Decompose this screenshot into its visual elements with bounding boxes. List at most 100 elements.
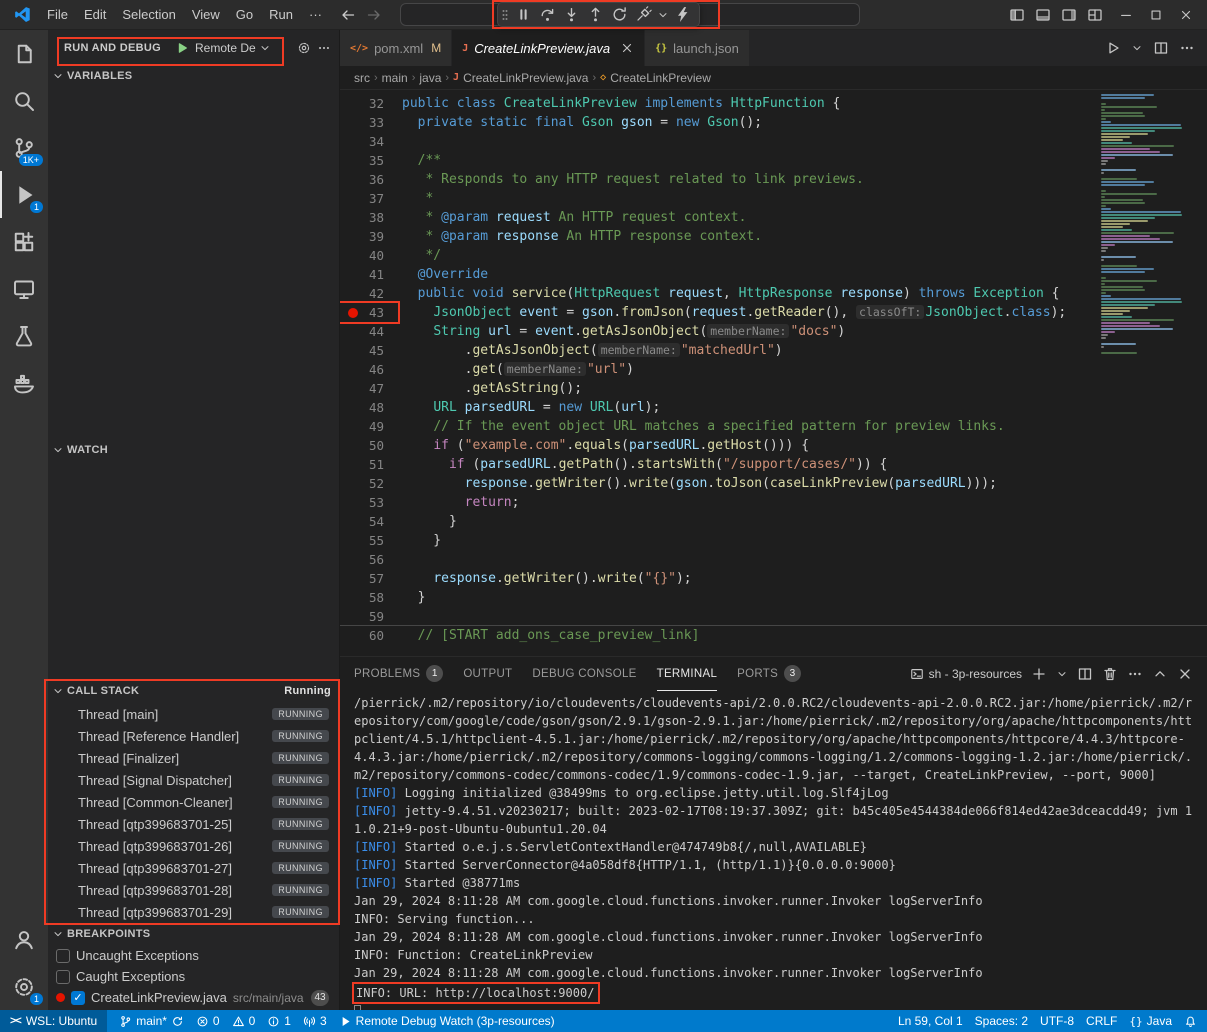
menu-run[interactable]: Run (261, 3, 301, 26)
minimize-icon[interactable] (1113, 4, 1139, 26)
breadcrumb-item[interactable]: src (354, 71, 370, 85)
lightning-button[interactable] (672, 4, 693, 25)
menu-selection[interactable]: Selection (114, 3, 183, 26)
code-line-47[interactable]: 47 .getAsString(); (340, 379, 1207, 398)
ellipsis-icon[interactable] (1179, 40, 1195, 56)
breadcrumb-item[interactable]: JCreateLinkPreview.java (453, 71, 588, 85)
restart-button[interactable] (609, 4, 630, 25)
breakpoint-item[interactable]: Caught Exceptions (48, 966, 339, 987)
code-line-50[interactable]: 50 if ("example.com".equals(parsedURL.ge… (340, 436, 1207, 455)
menu-view[interactable]: View (184, 3, 228, 26)
terminal-output[interactable]: /pierrick/.m2/repository/io/cloudevents/… (340, 691, 1207, 1010)
gutter-line-60[interactable]: 60 (340, 626, 402, 645)
gutter-line-34[interactable]: 34 (340, 132, 402, 151)
gutter-line-41[interactable]: 41 (340, 265, 402, 284)
chevron-up-icon[interactable] (1152, 666, 1168, 682)
breakpoint-checkbox[interactable]: ✓ (71, 991, 85, 1005)
code-line-40[interactable]: 40 */ (340, 246, 1207, 265)
chevron-down-icon[interactable] (1056, 668, 1068, 680)
status-git-branch-icon[interactable]: main* (119, 1014, 184, 1028)
code-line-49[interactable]: 49 // If the event object URL matches a … (340, 417, 1207, 436)
code-line-32[interactable]: 32public class CreateLinkPreview impleme… (340, 94, 1207, 113)
breadcrumb-item[interactable]: ◇CreateLinkPreview (600, 71, 711, 85)
code-line-35[interactable]: 35 /** (340, 151, 1207, 170)
breadcrumb-item[interactable]: java (419, 71, 441, 85)
breakpoint-item[interactable]: Uncaught Exceptions (48, 945, 339, 966)
ellipsis-icon[interactable] (317, 41, 331, 55)
code-line-60[interactable]: 60 // [START add_ons_case_preview_link] (340, 626, 1207, 645)
activity-source-control-icon[interactable]: 1K+ (0, 124, 48, 171)
arrow-left-icon[interactable] (340, 7, 356, 23)
call-stack-section-header[interactable]: CALL STACK Running (48, 679, 339, 703)
breakpoint-item[interactable]: ✓CreateLinkPreview.javasrc/main/java43 (48, 987, 339, 1008)
trash-icon[interactable] (1102, 666, 1118, 682)
status-debug-run-icon[interactable]: Remote Debug Watch (3p-resources) (339, 1014, 555, 1028)
call-stack-thread[interactable]: Thread [main]RUNNING (48, 703, 339, 725)
step-out-button[interactable] (585, 4, 606, 25)
panel-right-icon[interactable] (1061, 7, 1077, 23)
call-stack-thread[interactable]: Thread [Common-Cleaner]RUNNING (48, 791, 339, 813)
pause-button[interactable] (513, 4, 534, 25)
chevron-down-icon[interactable] (1131, 42, 1143, 54)
panel-tab-ports[interactable]: PORTS3 (737, 657, 801, 691)
tab-createlinkpreview-java[interactable]: JCreateLinkPreview.java (452, 30, 645, 66)
minimap[interactable] (1101, 94, 1193, 355)
code-line-45[interactable]: 45 .getAsJsonObject(memberName:"matchedU… (340, 341, 1207, 360)
call-stack-thread[interactable]: Thread [Reference Handler]RUNNING (48, 725, 339, 747)
breakpoint-checkbox[interactable] (56, 970, 70, 984)
panel-tab-debug-console[interactable]: DEBUG CONSOLE (532, 657, 636, 691)
gutter-line-50[interactable]: 50 (340, 436, 402, 455)
variables-section-header[interactable]: VARIABLES (48, 65, 339, 87)
watch-section-header[interactable]: WATCH (48, 439, 339, 461)
gutter-line-40[interactable]: 40 (340, 246, 402, 265)
code-line-57[interactable]: 57 response.getWriter().write("{}"); (340, 569, 1207, 588)
activity-search-icon[interactable] (0, 77, 48, 124)
status-ports-icon[interactable]: 3 (303, 1014, 327, 1028)
status-utf-8[interactable]: UTF-8 (1040, 1014, 1074, 1028)
gutter-line-55[interactable]: 55 (340, 531, 402, 550)
gutter-line-45[interactable]: 45 (340, 341, 402, 360)
activity-extensions-icon[interactable] (0, 218, 48, 265)
code-line-34[interactable]: 34 (340, 132, 1207, 151)
launch-config-dropdown[interactable]: Remote De (195, 41, 271, 55)
code-line-53[interactable]: 53 return; (340, 493, 1207, 512)
chevron-down-icon[interactable] (657, 9, 669, 21)
gutter-line-52[interactable]: 52 (340, 474, 402, 493)
panel-tab-output[interactable]: OUTPUT (463, 657, 512, 691)
code-line-51[interactable]: 51 if (parsedURL.getPath().startsWith("/… (340, 455, 1207, 474)
gutter-line-44[interactable]: 44 (340, 322, 402, 341)
code-line-48[interactable]: 48 URL parsedURL = new URL(url); (340, 398, 1207, 417)
step-into-button[interactable] (561, 4, 582, 25)
activity-remote-explorer-icon[interactable] (0, 265, 48, 312)
menu-file[interactable]: File (39, 3, 76, 26)
code-line-44[interactable]: 44 String url = event.getAsJsonObject(me… (340, 322, 1207, 341)
code-line-54[interactable]: 54 } (340, 512, 1207, 531)
code-line-56[interactable]: 56 (340, 550, 1207, 569)
gutter-line-32[interactable]: 32 (340, 94, 402, 113)
code-line-43[interactable]: 43 JsonObject event = gson.fromJson(requ… (340, 303, 1207, 322)
status-warning-icon[interactable]: 0 (232, 1014, 256, 1028)
activity-explorer-icon[interactable] (0, 30, 48, 77)
call-stack-thread[interactable]: Thread [qtp399683701-26]RUNNING (48, 835, 339, 857)
status-bell-icon[interactable] (1184, 1015, 1197, 1028)
code-line-42[interactable]: 42 public void service(HttpRequest reque… (340, 284, 1207, 303)
gutter-line-38[interactable]: 38 (340, 208, 402, 227)
tab-pom-xml[interactable]: </>pom.xmlM (340, 30, 452, 66)
step-over-button[interactable] (537, 4, 558, 25)
activity-account-icon[interactable] (0, 916, 48, 963)
activity-testing-icon[interactable] (0, 312, 48, 359)
code-line-46[interactable]: 46 .get(memberName:"url") (340, 360, 1207, 379)
gutter-line-39[interactable]: 39 (340, 227, 402, 246)
call-stack-thread[interactable]: Thread [qtp399683701-29]RUNNING (48, 901, 339, 923)
maximize-icon[interactable] (1143, 4, 1169, 26)
plus-icon[interactable] (1031, 666, 1047, 682)
code-line-37[interactable]: 37 * (340, 189, 1207, 208)
status-remote-icon[interactable]: ><WSL: Ubuntu (0, 1010, 107, 1032)
gutter-line-33[interactable]: 33 (340, 113, 402, 132)
code-line-36[interactable]: 36 * Responds to any HTTP request relate… (340, 170, 1207, 189)
close-icon[interactable] (1173, 4, 1199, 26)
gear-icon[interactable] (297, 41, 311, 55)
call-stack-thread[interactable]: Thread [Finalizer]RUNNING (48, 747, 339, 769)
status-java[interactable]: {}Java (1129, 1014, 1172, 1028)
code-line-59[interactable]: 59 (340, 607, 1207, 626)
